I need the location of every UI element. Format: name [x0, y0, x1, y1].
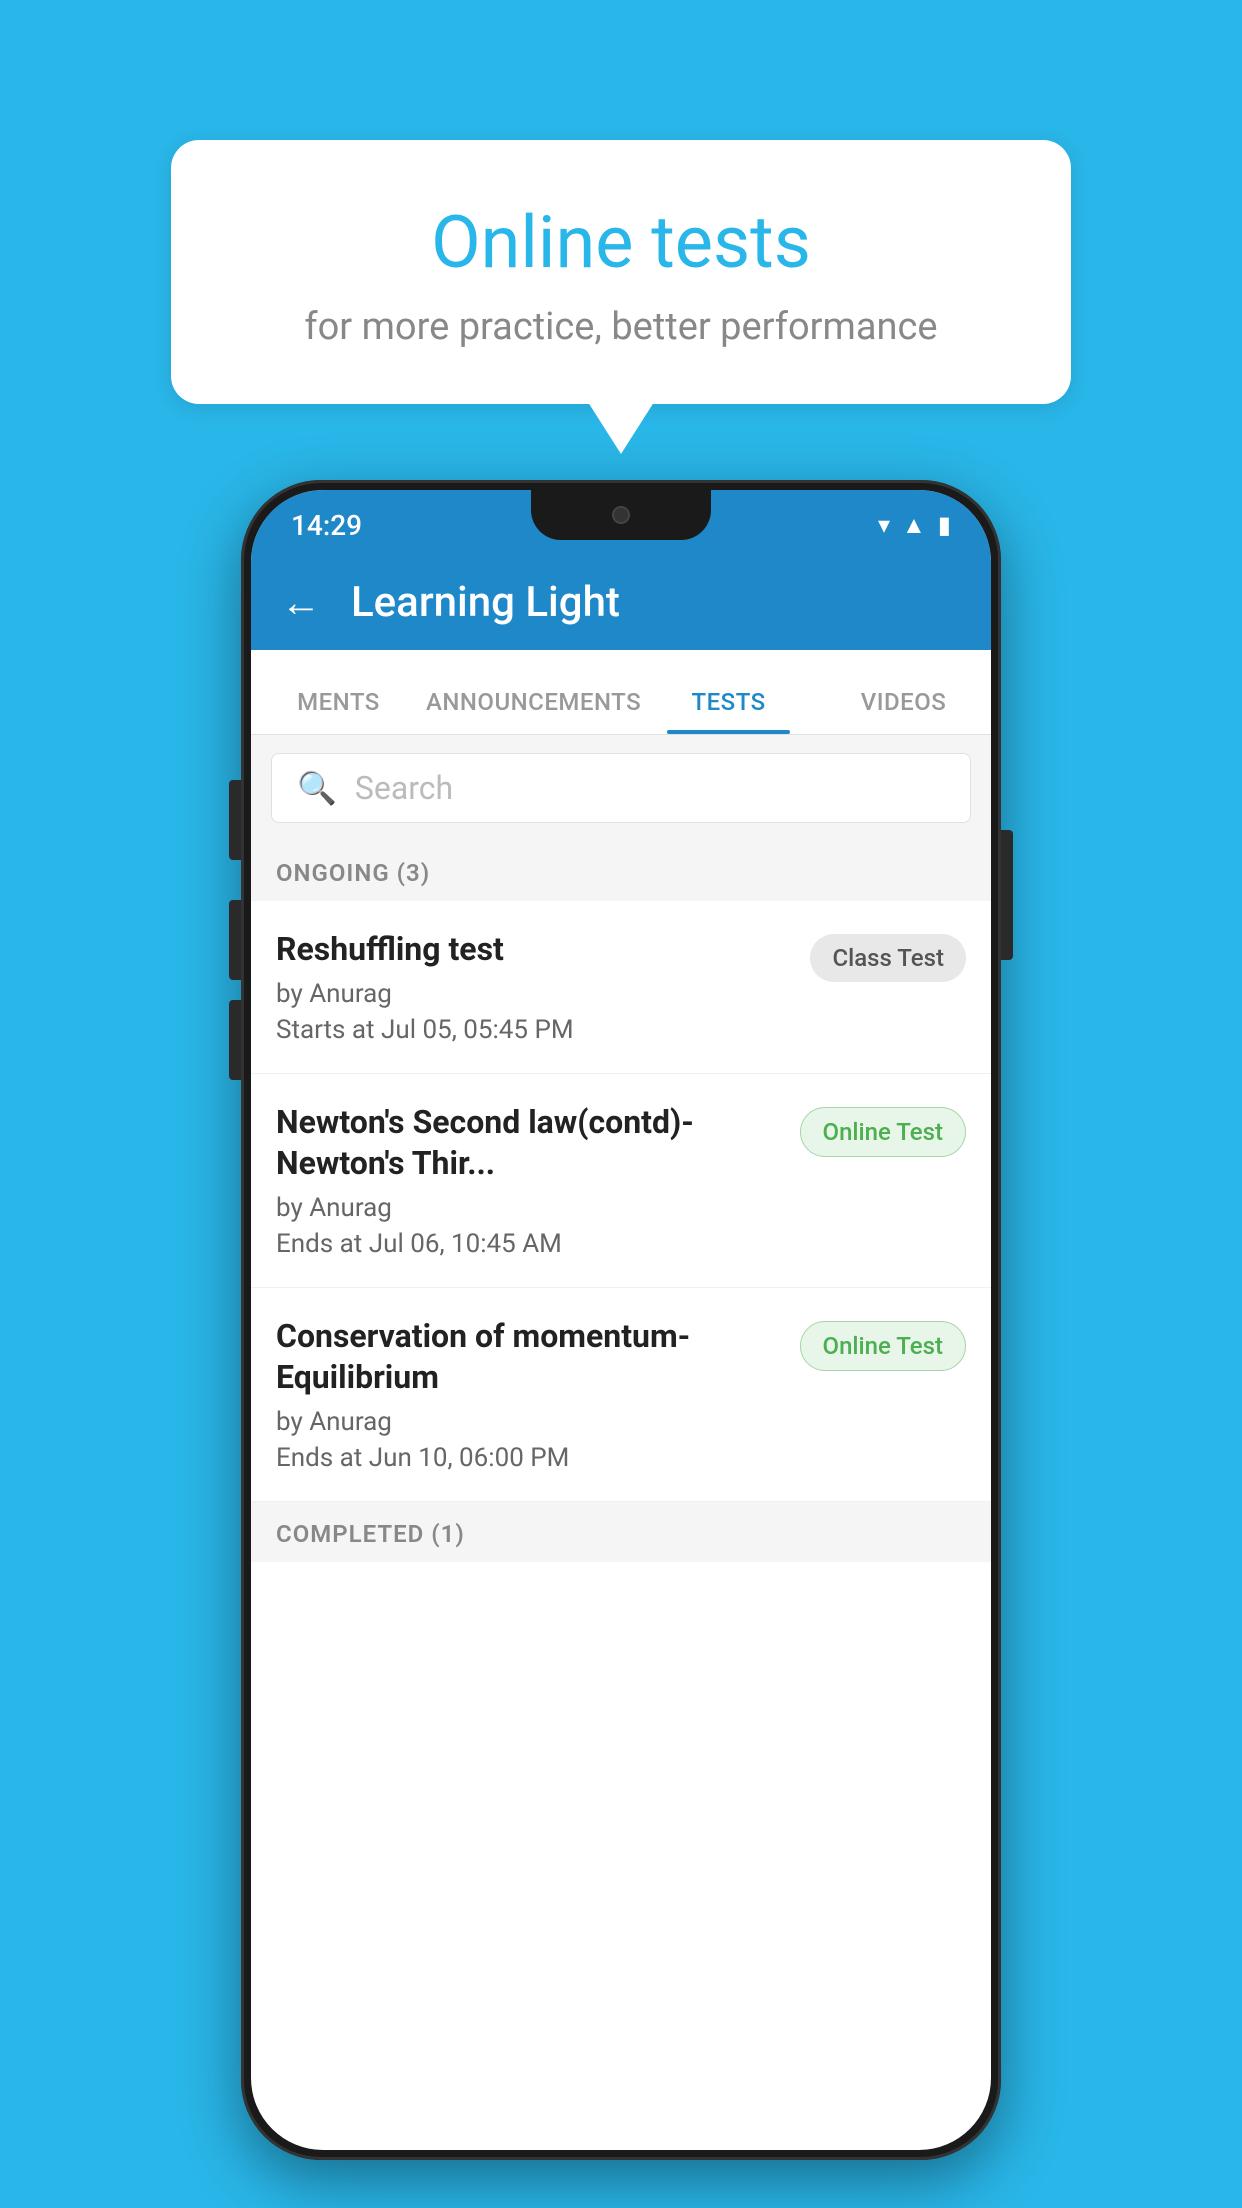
test-author-2: by Anurag: [276, 1193, 780, 1223]
wifi-icon: ▾: [878, 511, 890, 539]
bubble-card: Online tests for more practice, better p…: [171, 140, 1071, 404]
tabs-bar: MENTS ANNOUNCEMENTS TESTS VIDEOS: [251, 650, 991, 735]
signal-icon: ▲: [902, 511, 926, 540]
bubble-title: Online tests: [241, 200, 1001, 285]
tab-ments[interactable]: MENTS: [251, 688, 426, 734]
ongoing-title: ONGOING (3): [276, 859, 430, 887]
test-time-1: Starts at Jul 05, 05:45 PM: [276, 1015, 790, 1045]
tab-tests[interactable]: TESTS: [641, 688, 816, 734]
battery-icon: ▮: [938, 511, 951, 539]
test-info-1: Reshuffling test by Anurag Starts at Jul…: [276, 929, 810, 1045]
test-name-3: Conservation of momentum-Equilibrium: [276, 1316, 780, 1399]
test-badge-3: Online Test: [800, 1321, 966, 1371]
test-list: Reshuffling test by Anurag Starts at Jul…: [251, 901, 991, 1502]
test-info-3: Conservation of momentum-Equilibrium by …: [276, 1316, 800, 1473]
test-item-1[interactable]: Reshuffling test by Anurag Starts at Jul…: [251, 901, 991, 1074]
search-icon: 🔍: [297, 769, 337, 807]
test-time-3: Ends at Jun 10, 06:00 PM: [276, 1443, 780, 1473]
test-item-3[interactable]: Conservation of momentum-Equilibrium by …: [251, 1288, 991, 1502]
test-badge-1: Class Test: [810, 934, 966, 982]
test-time-2: Ends at Jul 06, 10:45 AM: [276, 1229, 780, 1259]
test-name-1: Reshuffling test: [276, 929, 790, 971]
search-input[interactable]: Search: [355, 769, 453, 807]
phone-screen: 14:29 ▾ ▲ ▮ ← Learning Light MENTS ANNOU…: [251, 490, 991, 2150]
app-title: Learning Light: [351, 578, 620, 627]
camera-icon: [612, 506, 630, 524]
search-container: 🔍 Search: [251, 735, 991, 841]
test-badge-2: Online Test: [800, 1107, 966, 1157]
app-header: ← Learning Light: [251, 555, 991, 650]
status-icons: ▾ ▲ ▮: [878, 511, 951, 540]
tab-announcements[interactable]: ANNOUNCEMENTS: [426, 688, 641, 734]
back-button[interactable]: ←: [281, 579, 321, 626]
test-author-1: by Anurag: [276, 979, 790, 1009]
test-author-3: by Anurag: [276, 1407, 780, 1437]
bubble-subtitle: for more practice, better performance: [241, 305, 1001, 349]
phone-frame: 14:29 ▾ ▲ ▮ ← Learning Light MENTS ANNOU…: [241, 480, 1001, 2160]
completed-title: COMPLETED (1): [276, 1520, 465, 1548]
promo-bubble: Online tests for more practice, better p…: [171, 140, 1071, 404]
tab-videos[interactable]: VIDEOS: [816, 688, 991, 734]
test-name-2: Newton's Second law(contd)-Newton's Thir…: [276, 1102, 780, 1185]
test-item-2[interactable]: Newton's Second law(contd)-Newton's Thir…: [251, 1074, 991, 1288]
status-time: 14:29: [291, 509, 362, 542]
ongoing-section-header: ONGOING (3): [251, 841, 991, 901]
completed-section-header: COMPLETED (1): [251, 1502, 991, 1562]
phone-notch: [531, 490, 711, 540]
test-info-2: Newton's Second law(contd)-Newton's Thir…: [276, 1102, 800, 1259]
phone-mockup: 14:29 ▾ ▲ ▮ ← Learning Light MENTS ANNOU…: [241, 480, 1001, 2160]
search-bar[interactable]: 🔍 Search: [271, 753, 971, 823]
